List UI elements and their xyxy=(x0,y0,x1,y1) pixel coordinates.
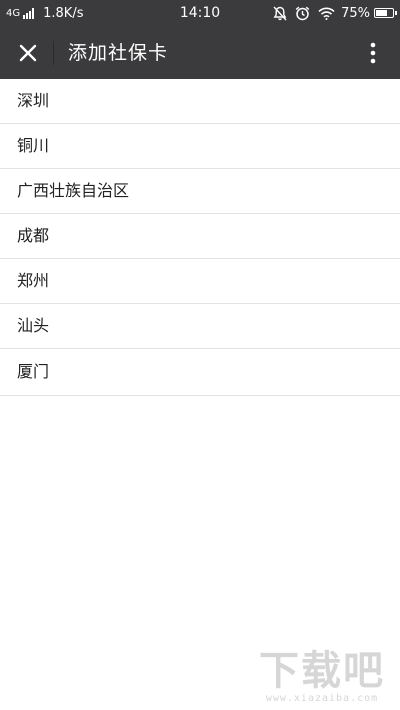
battery-percent: 75% xyxy=(341,5,370,21)
status-right: 75% xyxy=(265,4,397,22)
city-list: 深圳 铜川 广西壮族自治区 成都 郑州 汕头 厦门 xyxy=(0,79,400,396)
list-item[interactable]: 铜川 xyxy=(0,124,400,169)
list-item[interactable]: 深圳 xyxy=(0,79,400,124)
more-vertical-icon xyxy=(370,42,376,64)
status-bar: 4G 1.8K/s 14:10 75% xyxy=(0,0,400,27)
list-item[interactable]: 成都 xyxy=(0,214,400,259)
battery-fill xyxy=(376,10,387,16)
close-icon xyxy=(19,44,37,62)
watermark-url: www.xiazaiba.com xyxy=(265,693,379,704)
watermark-logo: 下载吧 xyxy=(259,648,385,694)
close-button[interactable] xyxy=(10,35,46,71)
list-item[interactable]: 广西壮族自治区 xyxy=(0,169,400,214)
mute-bell-icon xyxy=(273,6,287,20)
watermark: 下载吧 www.xiazaiba.com xyxy=(252,649,392,704)
title-bar: 添加社保卡 xyxy=(0,27,400,79)
list-item[interactable]: 汕头 xyxy=(0,304,400,349)
page-title: 添加社保卡 xyxy=(68,42,169,64)
list-item[interactable]: 厦门 xyxy=(0,349,400,396)
wifi-icon xyxy=(318,7,335,20)
list-item[interactable]: 郑州 xyxy=(0,259,400,304)
battery-icon xyxy=(374,8,397,18)
more-button[interactable] xyxy=(358,37,388,69)
title-divider xyxy=(53,41,54,65)
alarm-icon xyxy=(295,6,310,20)
